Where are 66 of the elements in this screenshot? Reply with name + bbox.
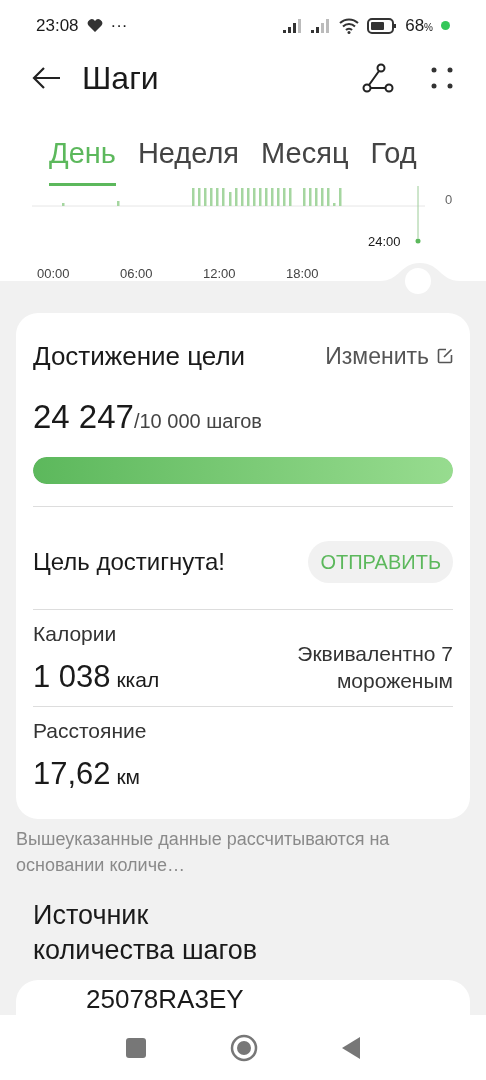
activity-bar — [283, 188, 286, 207]
stat-value: 17,62 км — [33, 754, 142, 793]
axis-label: 12:00 — [203, 265, 236, 284]
step-goal: /10 000 шагов — [133, 409, 262, 434]
activity-bar — [117, 201, 120, 207]
route-button[interactable] — [362, 62, 394, 93]
more-button[interactable] — [430, 65, 454, 90]
status-dot-icon — [441, 21, 450, 31]
activity-bar — [247, 188, 250, 207]
activity-bar — [327, 188, 330, 207]
stat-label: Расстояние — [33, 718, 147, 745]
signal-icon — [311, 18, 332, 33]
back-nav-button[interactable] — [342, 1036, 360, 1059]
activity-bar — [62, 203, 65, 207]
activity-bar — [309, 188, 312, 207]
activity-bar — [235, 188, 238, 207]
battery-percent: 68% — [405, 15, 433, 38]
stat-label: Калории — [33, 621, 118, 648]
activity-bar — [241, 188, 244, 207]
period-tab[interactable]: Год — [370, 131, 417, 187]
goal-status: Цель достигнута! — [33, 547, 225, 578]
battery-icon — [367, 17, 398, 34]
edit-goal-link[interactable]: Изменить — [325, 339, 453, 374]
activity-bar — [339, 188, 342, 207]
stat-value: 1 038 ккал — [33, 657, 160, 696]
activity-bar — [229, 192, 232, 207]
activity-bar — [216, 188, 219, 207]
step-count: 24 247 — [33, 396, 134, 437]
period-tab[interactable]: Неделя — [137, 131, 240, 187]
activity-bar — [222, 188, 225, 207]
signal-icon — [283, 18, 304, 33]
wifi-icon — [339, 17, 360, 34]
cursor-time: 24:00 — [368, 233, 401, 252]
edit-icon — [437, 348, 453, 365]
activity-bar — [289, 188, 292, 207]
activity-bar — [210, 188, 213, 207]
activity-bar — [204, 188, 207, 207]
axis-label: 0 — [445, 191, 453, 210]
footnote: Вышеуказанные данные рассчитываются на основании количе… — [16, 828, 391, 877]
time-cursor[interactable] — [415, 186, 421, 244]
activity-bar — [192, 188, 195, 207]
activity-bar — [333, 203, 336, 207]
activity-bar — [315, 188, 318, 207]
clock: 23:08 — [36, 15, 79, 38]
heart-icon — [86, 18, 103, 33]
activity-bar — [265, 188, 268, 207]
activity-bar — [303, 188, 306, 207]
more-notifications: ··· — [110, 15, 128, 38]
page-title: Шаги — [82, 58, 160, 98]
axis-label: 18:00 — [286, 265, 319, 284]
axis-label: 06:00 — [120, 265, 153, 284]
card-title: Достижение цели — [33, 339, 246, 373]
back-button[interactable] — [32, 65, 62, 90]
home-button[interactable] — [230, 1033, 258, 1062]
activity-bar — [259, 188, 262, 207]
activity-bar — [271, 188, 274, 207]
activity-bar — [198, 188, 201, 207]
activity-bar — [253, 188, 256, 207]
period-tab[interactable]: Месяц — [261, 131, 349, 187]
axis-label: 00:00 — [37, 265, 70, 284]
recent-apps-button[interactable] — [126, 1037, 146, 1058]
stat-note: Эквивалентно 7 мороженым — [296, 640, 453, 695]
section-title: Источник количества шагов — [33, 898, 259, 967]
activity-bar — [321, 188, 324, 207]
device-name: 25078RA3EY — [86, 984, 244, 1014]
activity-bar — [277, 188, 280, 207]
